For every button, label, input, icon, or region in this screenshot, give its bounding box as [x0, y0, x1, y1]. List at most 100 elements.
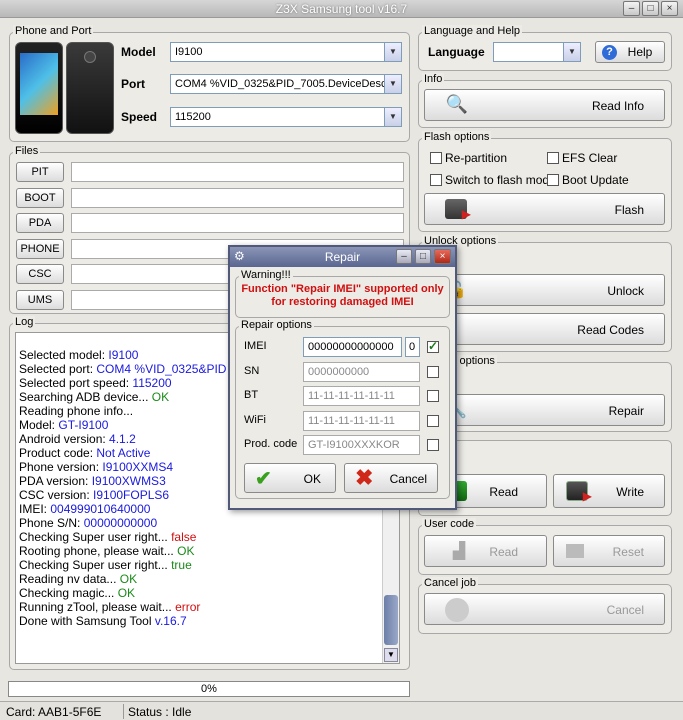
- read-info-button[interactable]: 🔍 Read Info: [424, 89, 665, 121]
- wifi-label: WiFi: [244, 413, 266, 426]
- chevron-down-icon[interactable]: ▼: [384, 108, 401, 126]
- close-icon[interactable]: ×: [661, 1, 678, 16]
- unlock-label: Unlock: [607, 284, 644, 298]
- imei-input[interactable]: 00000000000000: [303, 337, 402, 357]
- stop-icon: [445, 598, 469, 622]
- user-code-read-label: Read: [489, 545, 518, 559]
- read-codes-button[interactable]: Read Codes: [424, 313, 665, 345]
- cancel-label: Cancel: [389, 472, 427, 486]
- scroll-thumb[interactable]: [384, 595, 398, 645]
- sn-label: SN: [244, 364, 260, 377]
- magnifier-icon: 🔍: [445, 94, 469, 114]
- log-segment: Selected port:: [19, 362, 97, 376]
- chevron-down-icon[interactable]: ▼: [384, 75, 401, 93]
- language-select[interactable]: ▼: [493, 42, 581, 62]
- file-path-pit[interactable]: [71, 162, 404, 182]
- log-segment: Searching ADB device...: [19, 390, 152, 404]
- maximize-icon[interactable]: □: [642, 1, 659, 16]
- log-line: Selected model: I9100: [19, 348, 226, 362]
- port-select[interactable]: COM4 %VID_0325&PID_7005.DeviceDesc% ▼: [170, 74, 402, 94]
- bt-checkbox[interactable]: [427, 390, 439, 402]
- minimize-icon[interactable]: –: [623, 1, 640, 16]
- log-segment: Rooting phone, please wait...: [19, 544, 178, 558]
- repartition-checkbox[interactable]: [430, 152, 442, 164]
- log-segment: Android version:: [19, 432, 110, 446]
- flash-button[interactable]: ▶ Flash: [424, 193, 665, 225]
- log-segment: Done with Samsung Tool: [19, 614, 155, 628]
- efs-clear-checkbox[interactable]: [547, 152, 559, 164]
- log-segment: Checking Super user right...: [19, 558, 172, 572]
- dialog-maximize-icon[interactable]: □: [415, 249, 431, 264]
- wifi-input[interactable]: 11-11-11-11-11-11: [303, 410, 420, 431]
- unlock-button[interactable]: 🔓 Unlock: [424, 274, 665, 306]
- card-status: Card: AAB1-5F6E: [6, 705, 102, 719]
- phone-port-title: Phone and Port: [13, 25, 94, 37]
- progress-text: 0%: [201, 683, 217, 695]
- chevron-down-icon[interactable]: ▼: [384, 43, 401, 61]
- cancel-button[interactable]: ✖ Cancel: [344, 463, 438, 493]
- file-button-csc[interactable]: CSC: [16, 264, 64, 285]
- log-segment: IMEI:: [19, 502, 51, 516]
- log-segment: Selected port speed:: [19, 376, 133, 390]
- sn-input[interactable]: 0000000000: [303, 361, 420, 382]
- log-line: Checking Super user right... false: [19, 530, 226, 544]
- file-button-boot[interactable]: BOOT: [16, 187, 64, 208]
- boot-update-checkbox[interactable]: [547, 174, 559, 186]
- flash-chip-icon: ▶: [445, 199, 471, 221]
- speed-select[interactable]: 115200 ▼: [170, 107, 402, 127]
- log-segment: 115200: [132, 376, 172, 390]
- file-button-pda[interactable]: PDA: [16, 213, 64, 234]
- switch-flash-label: Switch to flash mode: [445, 173, 556, 187]
- user-code-read-button[interactable]: ▟ Read: [424, 535, 547, 567]
- log-segment: 00000000000: [83, 516, 158, 530]
- wifi-checkbox[interactable]: [427, 414, 439, 427]
- repair-button[interactable]: 🔧 Repair: [424, 394, 665, 426]
- prod-checkbox[interactable]: [427, 439, 439, 451]
- file-path-boot[interactable]: [71, 187, 404, 208]
- log-segment: OK: [151, 390, 170, 404]
- log-line: Running zTool, please wait... error: [19, 600, 226, 614]
- model-select[interactable]: I9100 ▼: [170, 42, 402, 62]
- file-button-ums[interactable]: UMS: [16, 290, 64, 310]
- user-code-reset-button[interactable]: Reset: [553, 535, 665, 567]
- help-icon: ?: [602, 45, 617, 60]
- log-segment: Checking Super user right...: [19, 530, 172, 544]
- log-line: Checking Super user right... true: [19, 558, 226, 572]
- imei-checkbox[interactable]: [427, 339, 439, 353]
- model-value: I9100: [175, 46, 203, 58]
- log-line: Done with Samsung Tool v.16.7: [19, 614, 226, 628]
- help-button[interactable]: ? Help: [595, 41, 665, 63]
- imei-label: IMEI: [244, 340, 267, 352]
- warning-title: Warning!!!: [239, 269, 293, 281]
- file-button-phone[interactable]: PHONE: [16, 238, 64, 259]
- ok-button[interactable]: ✔ OK: [244, 463, 336, 493]
- dialog-close-icon[interactable]: ×: [434, 249, 451, 264]
- language-label: Language: [428, 45, 485, 59]
- efs-clear-label: EFS Clear: [562, 151, 618, 165]
- file-path-pda[interactable]: [71, 213, 404, 234]
- prod-input[interactable]: GT-I9100XXXKOR: [303, 435, 420, 455]
- chevron-down-icon[interactable]: ▼: [563, 43, 580, 61]
- help-label: Help: [627, 45, 653, 59]
- status-divider: [123, 704, 124, 719]
- file-button-pit[interactable]: PIT: [16, 162, 64, 182]
- cancel-job-title: Cancel job: [422, 577, 478, 589]
- log-segment: CSC version:: [19, 488, 94, 502]
- reset-chip-icon: [566, 544, 584, 558]
- x-icon: ✖: [355, 465, 374, 490]
- log-line: Product code: Not Active: [19, 446, 226, 460]
- window-title: Z3X Samsung tool v16.7: [275, 2, 408, 16]
- sn-checkbox[interactable]: [427, 365, 439, 378]
- log-segment: COM4 %VID_0325&PID: [96, 362, 227, 376]
- bt-input[interactable]: 11-11-11-11-11-11: [303, 386, 420, 406]
- port-label: Port: [121, 77, 145, 91]
- model-label: Model: [121, 45, 156, 59]
- dialog-minimize-icon[interactable]: –: [396, 249, 412, 264]
- log-segment: OK: [177, 544, 195, 558]
- imei-check-digit[interactable]: 0: [405, 337, 420, 357]
- switch-flash-checkbox[interactable]: [430, 174, 442, 186]
- status-bar: Card: AAB1-5F6E Status : Idle: [0, 701, 683, 720]
- write-button[interactable]: ▶ Write: [553, 474, 665, 508]
- scroll-down-icon[interactable]: ▼: [384, 648, 398, 662]
- cancel-job-button[interactable]: Cancel: [424, 593, 665, 625]
